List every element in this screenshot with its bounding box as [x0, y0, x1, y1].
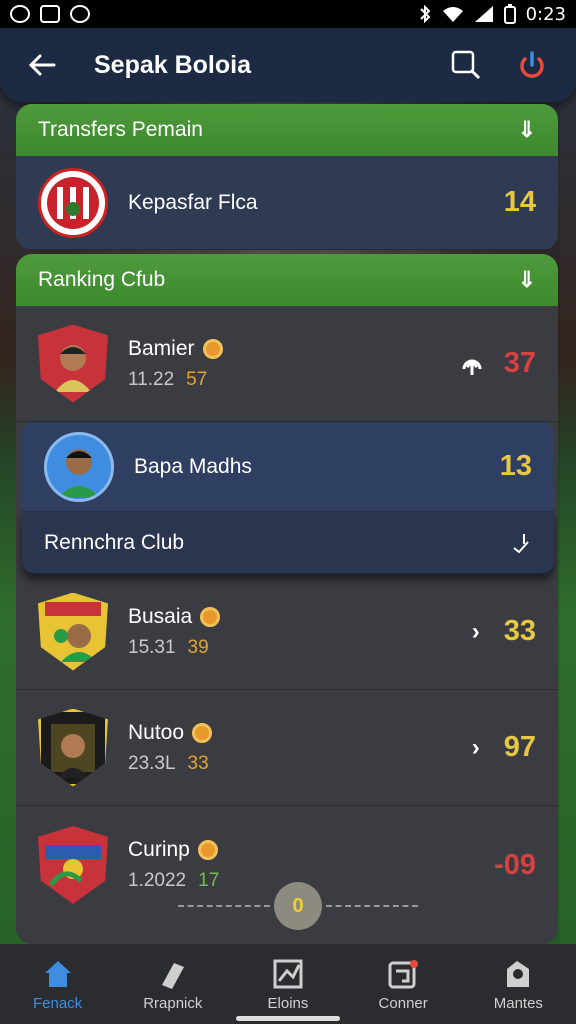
nav-label: Mantes	[493, 994, 543, 1012]
item-info: Bapa Madhs	[134, 455, 500, 479]
home-indicator[interactable]	[236, 1016, 340, 1021]
player-avatar	[38, 324, 108, 403]
sort-icon[interactable]	[510, 532, 532, 554]
nav-item-connect[interactable]: Conner	[348, 957, 458, 1012]
club-row[interactable]: Nutoo 23.3L 33 › 97	[16, 690, 558, 806]
pager-line	[326, 905, 418, 907]
nav-item-stats[interactable]: Eloins	[233, 957, 343, 1012]
ranking-header: Ranking Cfub ⇓	[16, 254, 558, 306]
nav-item-home[interactable]: Fenack	[3, 957, 113, 1012]
coin-icon	[200, 606, 221, 627]
item-name: Busaia	[128, 605, 472, 629]
item-info: Nutoo 23.3L 33	[128, 721, 472, 775]
club-logo	[38, 167, 108, 238]
nav-label: Conner	[378, 994, 428, 1012]
coin-icon	[202, 338, 223, 359]
pager: 0	[178, 880, 418, 932]
ranking-row-selected[interactable]: Bapa Madhs 13	[22, 422, 554, 512]
item-info: Bamier 11.22 57	[128, 337, 458, 391]
item-stats: 11.22 57	[128, 368, 208, 390]
item-name: Bamier	[128, 337, 458, 361]
club-logo	[38, 826, 108, 904]
pager-line	[178, 905, 270, 907]
pager-indicator[interactable]: 0	[274, 882, 322, 930]
arrow-left-icon	[28, 54, 56, 76]
transfers-title: Transfers Pemain	[38, 118, 203, 141]
search-button[interactable]	[444, 43, 488, 87]
club-logo	[38, 708, 108, 787]
item-name: Kepasfar Flca	[128, 190, 258, 214]
item-name: Nutoo	[128, 721, 472, 745]
power-icon	[520, 51, 544, 78]
back-button[interactable]	[22, 45, 62, 85]
item-score: 33	[503, 615, 536, 647]
club-subheader[interactable]: Rennchra Club	[22, 512, 554, 574]
coin-icon	[192, 722, 213, 743]
chevron-right-icon[interactable]: ›	[472, 734, 480, 762]
chevron-right-icon[interactable]: ›	[472, 618, 480, 646]
nav-label: Fenack	[32, 994, 83, 1012]
item-score: 37	[503, 347, 536, 379]
power-button[interactable]	[510, 43, 554, 87]
item-score: 13	[499, 450, 532, 482]
bluetooth-icon	[419, 5, 430, 23]
page-title: Sepak Boloia	[94, 50, 251, 79]
item-score: -09	[494, 848, 536, 881]
tag-icon	[161, 962, 184, 989]
battery-icon	[503, 4, 516, 24]
item-info: Busaia 15.31 39	[128, 605, 472, 659]
transfers-panel: Transfers Pemain ⇓ Kepasfar Flca 14	[16, 104, 558, 250]
app-notification-icon	[70, 5, 90, 23]
subheader-title: Rennchra Club	[44, 530, 185, 554]
club-row[interactable]: Busaia 15.31 39 › 33	[16, 574, 558, 690]
wifi-icon	[442, 7, 463, 22]
nav-label: Eloins	[267, 994, 309, 1012]
home-icon	[44, 960, 71, 987]
signal-icon	[474, 6, 493, 22]
item-score: 14	[503, 186, 536, 218]
clock: 0:23	[525, 3, 566, 25]
item-stats: 23.3L 33	[128, 752, 209, 774]
search-icon	[451, 50, 481, 80]
notification-icon	[10, 5, 30, 23]
player-avatar	[44, 431, 114, 502]
item-stats: 15.31 39	[128, 636, 209, 658]
nav-item-more[interactable]: Mantes	[463, 957, 573, 1012]
transfers-header: Transfers Pemain ⇓	[16, 104, 558, 156]
profile-icon	[507, 960, 530, 987]
gallery-icon	[388, 959, 419, 988]
nav-label: Rrapnick	[143, 994, 203, 1012]
ranking-panel: Ranking Cfub ⇓ Bamier 11.22 57 37 Bapa Ma…	[16, 254, 558, 944]
status-bar: 0:23	[0, 0, 576, 28]
item-score: 97	[503, 731, 536, 763]
nav-item-transfers[interactable]: Rrapnick	[118, 957, 228, 1012]
ranking-row[interactable]: Bamier 11.22 57 37	[16, 306, 558, 422]
upload-icon[interactable]	[458, 351, 486, 377]
item-name: Bapa Madhs	[134, 454, 252, 478]
item-info: Kepasfar Flca	[128, 191, 504, 215]
gallery-icon	[40, 5, 60, 23]
bottom-nav: Fenack Rrapnick Eloins Conner Mantes	[0, 944, 576, 1024]
download-icon[interactable]: ⇓	[518, 267, 536, 293]
club-logo	[38, 592, 108, 671]
app-bar: Sepak Boloia	[0, 28, 576, 102]
list-item[interactable]: Kepasfar Flca 14	[16, 156, 558, 250]
item-name: Curinp	[128, 838, 494, 862]
download-icon[interactable]: ⇓	[518, 117, 536, 143]
ranking-title: Ranking Cfub	[38, 268, 166, 291]
chart-icon	[273, 959, 303, 988]
coin-icon	[197, 840, 218, 860]
